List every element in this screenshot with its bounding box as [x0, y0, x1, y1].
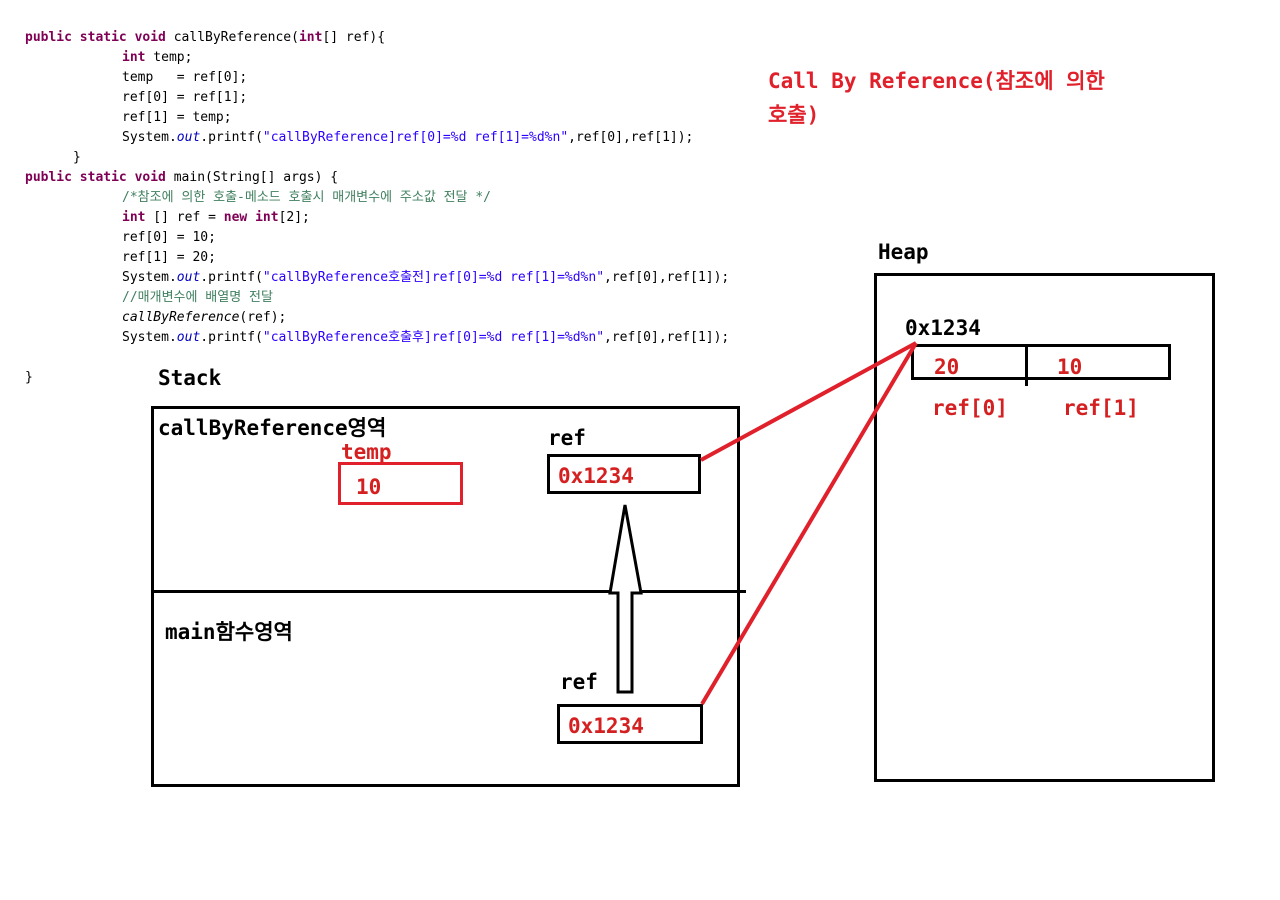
callbyreference-ref-pointer — [700, 341, 917, 462]
connector-layer — [608, 341, 918, 706]
main-ref-pointer — [700, 341, 918, 706]
ref-copy-arrow — [608, 504, 643, 694]
